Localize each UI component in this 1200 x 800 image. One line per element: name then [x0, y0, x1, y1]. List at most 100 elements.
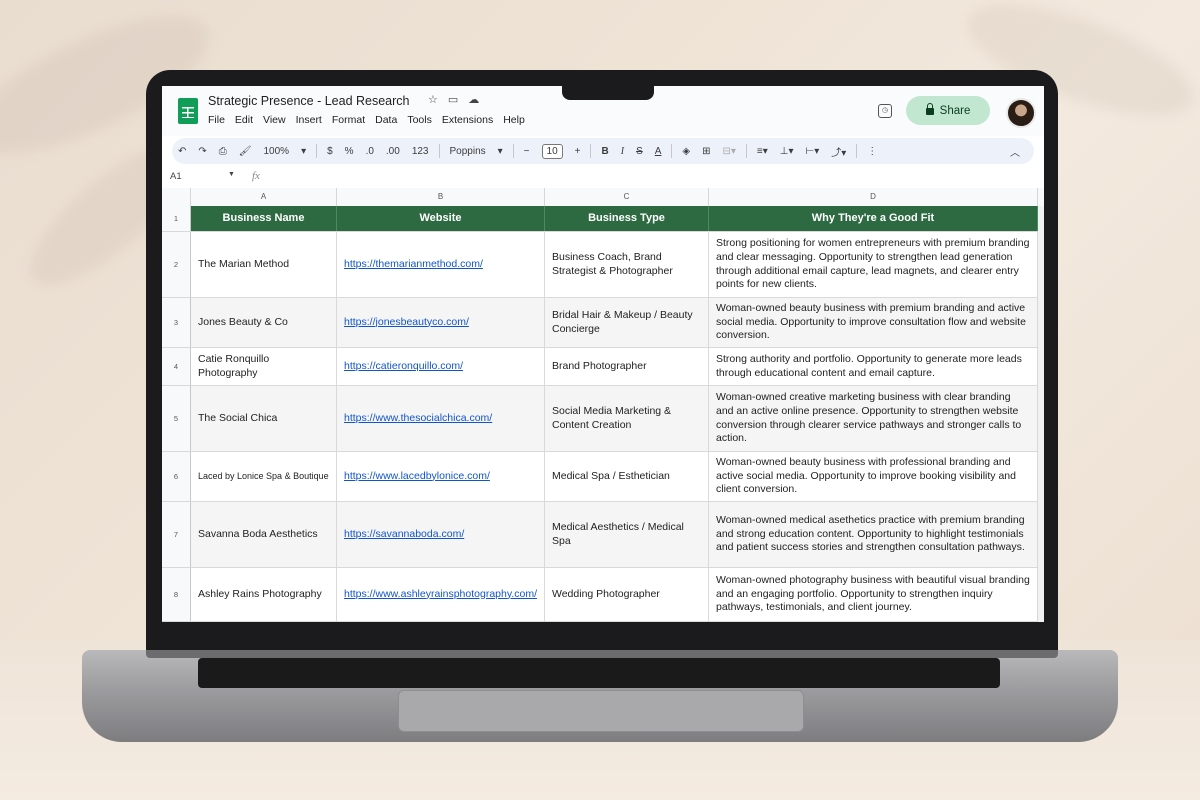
website-link[interactable]: https://themarianmethod.com/: [344, 258, 483, 272]
website-cell[interactable]: https://jonesbeautyco.com/: [337, 298, 545, 347]
zoom-select[interactable]: 100%: [263, 146, 289, 157]
strikethrough-button[interactable]: S: [636, 146, 643, 157]
website-link[interactable]: https://catieronquillo.com/: [344, 360, 463, 374]
website-cell[interactable]: https://savannaboda.com/: [337, 502, 545, 567]
menu-data[interactable]: Data: [375, 114, 397, 126]
row-number[interactable]: 8: [162, 568, 191, 621]
italic-button[interactable]: I: [621, 146, 624, 157]
version-history-icon[interactable]: ◷: [878, 104, 892, 118]
good-fit-cell[interactable]: Woman-owned medical asethetics practice …: [709, 502, 1038, 567]
good-fit-cell[interactable]: Woman-owned creative marketing business …: [709, 386, 1038, 451]
redo-icon[interactable]: ↷: [198, 146, 206, 157]
sheets-logo-icon[interactable]: [178, 98, 198, 124]
currency-format-button[interactable]: $: [327, 146, 333, 157]
cloud-icon[interactable]: ☁: [468, 93, 479, 106]
website-cell[interactable]: https://www.lacedbylonice.com/: [337, 452, 545, 501]
chevron-down-icon[interactable]: ▼: [228, 171, 235, 178]
menu-edit[interactable]: Edit: [235, 114, 253, 126]
paint-format-icon[interactable]: 🖌: [239, 146, 252, 157]
business-type-cell[interactable]: Bridal Hair & Makeup / Beauty Concierge: [545, 298, 709, 347]
business-name-cell[interactable]: The Marian Method: [191, 232, 337, 297]
good-fit-cell[interactable]: Woman-owned beauty business with profess…: [709, 452, 1038, 501]
row-number[interactable]: 5: [162, 386, 191, 451]
text-color-button[interactable]: A: [655, 146, 662, 157]
website-cell[interactable]: https://www.thesocialchica.com/: [337, 386, 545, 451]
website-cell[interactable]: https://catieronquillo.com/: [337, 348, 545, 385]
business-name-cell[interactable]: Laced by Lonice Spa & Boutique: [191, 452, 337, 501]
business-name-cell[interactable]: Jones Beauty & Co: [191, 298, 337, 347]
business-name-cell[interactable]: The Social Chica: [191, 386, 337, 451]
row-number[interactable]: 6: [162, 452, 191, 501]
fill-color-icon[interactable]: ◈: [682, 146, 690, 157]
text-wrap-icon[interactable]: ⊢▾: [806, 146, 820, 157]
menu-file[interactable]: File: [208, 114, 225, 126]
business-name-cell[interactable]: Ashley Rains Photography: [191, 568, 337, 621]
bold-button[interactable]: B: [601, 146, 608, 157]
column-header-c[interactable]: C: [545, 188, 709, 206]
business-type-cell[interactable]: Medical Aesthetics / Medical Spa: [545, 502, 709, 567]
collapse-toolbar-icon[interactable]: ︿: [1010, 144, 1020, 159]
font-select[interactable]: Poppins: [450, 146, 486, 157]
menu-view[interactable]: View: [263, 114, 286, 126]
folder-icon[interactable]: ▭: [448, 93, 458, 106]
merge-cells-icon[interactable]: ⊟▾: [723, 146, 736, 157]
header-cell-website[interactable]: Website: [337, 206, 545, 231]
font-size-increase-icon[interactable]: +: [575, 146, 581, 157]
website-cell[interactable]: https://www.ashleyrainsphotography.com/: [337, 568, 545, 621]
column-header-a[interactable]: A: [191, 188, 337, 206]
print-icon[interactable]: ⎙: [219, 146, 227, 157]
column-header-d[interactable]: D: [709, 188, 1038, 206]
number-format-button[interactable]: 123: [412, 146, 429, 157]
row-number[interactable]: 4: [162, 348, 191, 385]
column-header-b[interactable]: B: [337, 188, 545, 206]
percent-format-button[interactable]: %: [345, 146, 354, 157]
font-size-decrease-icon[interactable]: −: [524, 146, 530, 157]
website-link[interactable]: https://savannaboda.com/: [344, 528, 464, 542]
align-left-icon[interactable]: ≡▾: [757, 146, 768, 157]
business-name-cell[interactable]: Catie Ronquillo Photography: [191, 348, 337, 385]
vertical-scrollbar[interactable]: [1038, 206, 1044, 622]
good-fit-cell[interactable]: Strong positioning for women entrepreneu…: [709, 232, 1038, 297]
increase-decimal-button[interactable]: .00: [386, 146, 400, 157]
header-cell-business-type[interactable]: Business Type: [545, 206, 709, 231]
good-fit-cell[interactable]: Strong authority and portfolio. Opportun…: [709, 348, 1038, 385]
vertical-align-icon[interactable]: ⊥▾: [780, 146, 794, 157]
row-number[interactable]: 2: [162, 232, 191, 297]
website-link[interactable]: https://www.lacedbylonice.com/: [344, 470, 490, 484]
business-type-cell[interactable]: Wedding Photographer: [545, 568, 709, 621]
decrease-decimal-button[interactable]: .0: [366, 146, 374, 157]
menu-help[interactable]: Help: [503, 114, 525, 126]
name-box[interactable]: A1: [170, 171, 182, 182]
good-fit-cell[interactable]: Woman-owned beauty business with premium…: [709, 298, 1038, 347]
document-title[interactable]: Strategic Presence - Lead Research: [208, 94, 410, 108]
business-type-cell[interactable]: Business Coach, Brand Strategist & Photo…: [545, 232, 709, 297]
chevron-down-icon[interactable]: ▾: [301, 146, 306, 157]
share-button[interactable]: Share: [906, 96, 990, 125]
avatar[interactable]: [1006, 98, 1036, 128]
business-type-cell[interactable]: Medical Spa / Esthetician: [545, 452, 709, 501]
website-link[interactable]: https://www.thesocialchica.com/: [344, 412, 492, 426]
good-fit-cell[interactable]: Woman-owned photography business with be…: [709, 568, 1038, 621]
more-options-icon[interactable]: ⋮: [867, 146, 877, 157]
row-number[interactable]: 3: [162, 298, 191, 347]
menu-extensions[interactable]: Extensions: [442, 114, 493, 126]
header-cell-business-name[interactable]: Business Name: [191, 206, 337, 231]
header-cell-good-fit[interactable]: Why They're a Good Fit: [709, 206, 1038, 231]
star-icon[interactable]: ☆: [428, 93, 438, 106]
text-rotation-icon[interactable]: ⤴▾: [831, 144, 846, 159]
font-size-input[interactable]: 10: [541, 143, 563, 159]
row-number[interactable]: 1: [162, 206, 191, 231]
business-type-cell[interactable]: Social Media Marketing & Content Creatio…: [545, 386, 709, 451]
business-type-cell[interactable]: Brand Photographer: [545, 348, 709, 385]
menu-format[interactable]: Format: [332, 114, 365, 126]
row-number[interactable]: 7: [162, 502, 191, 567]
website-cell[interactable]: https://themarianmethod.com/: [337, 232, 545, 297]
borders-icon[interactable]: ⊞: [702, 146, 710, 157]
menu-tools[interactable]: Tools: [407, 114, 432, 126]
menu-insert[interactable]: Insert: [296, 114, 322, 126]
website-link[interactable]: https://jonesbeautyco.com/: [344, 316, 469, 330]
undo-icon[interactable]: ↶: [178, 146, 186, 157]
website-link[interactable]: https://www.ashleyrainsphotography.com/: [344, 588, 537, 602]
chevron-down-icon[interactable]: ▾: [498, 146, 503, 157]
select-all-corner[interactable]: [162, 188, 191, 206]
